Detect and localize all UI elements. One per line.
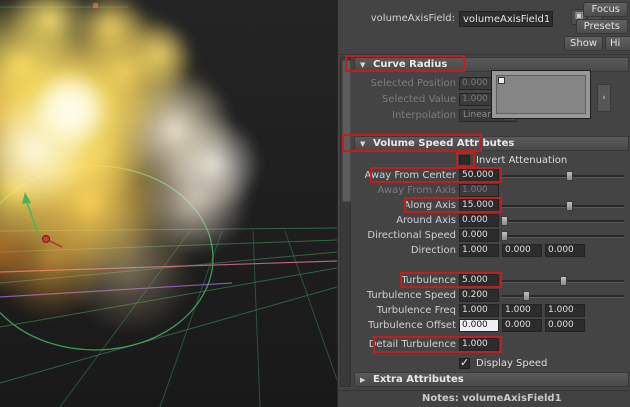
- section-title: Extra Attributes: [373, 374, 464, 385]
- away-from-axis-field[interactable]: 1.000: [459, 184, 499, 197]
- turbulence-offset-label: Turbulence Offset: [368, 320, 456, 331]
- slider-handle[interactable]: [566, 201, 574, 211]
- chevron-down-icon: ▼: [360, 61, 366, 69]
- ae-scrollbar[interactable]: [340, 57, 351, 387]
- chevron-down-icon: ▼: [360, 140, 366, 148]
- row-along-axis: Along Axis 15.000: [354, 199, 629, 213]
- slider-track: [502, 235, 624, 238]
- turbulence-freq-y-field[interactable]: 1.000: [502, 304, 542, 317]
- row-away-from-axis: Away From Axis 1.000: [354, 184, 629, 198]
- curve-ramp-canvas[interactable]: [496, 75, 586, 114]
- row-around-axis: Around Axis 0.000: [354, 214, 629, 228]
- turbulence-offset-x-field[interactable]: 0.000: [459, 319, 499, 332]
- detail-turbulence-label: Detail Turbulence: [368, 339, 456, 350]
- row-detail-turbulence: Detail Turbulence 1.000: [354, 338, 629, 352]
- section-extra-attributes[interactable]: ▶ Extra Attributes: [354, 372, 629, 387]
- slider-track: [502, 205, 624, 208]
- detail-turbulence-field[interactable]: 1.000: [459, 338, 499, 351]
- slider-handle[interactable]: [560, 276, 567, 286]
- turbulence-field[interactable]: 5.000: [459, 274, 499, 287]
- turbulence-speed-field[interactable]: 0.200: [459, 289, 499, 302]
- direction-y-field[interactable]: 0.000: [502, 244, 542, 257]
- notes-label: Notes: volumeAxisField1: [422, 393, 562, 404]
- direction-x-field[interactable]: 1.000: [459, 244, 499, 257]
- section-title: Curve Radius: [373, 59, 448, 70]
- chevron-right-icon: ▶: [360, 376, 366, 384]
- maya-window: volumeAxisField: ▣ ↪ Focus Presets Show …: [0, 0, 630, 407]
- row-display-speed: ✓ Display Speed: [354, 356, 629, 371]
- row-away-from-center: Away From Center 50.000: [354, 169, 629, 183]
- interpolation-label: Interpolation: [392, 110, 456, 121]
- directional-speed-field[interactable]: 0.000: [459, 229, 499, 242]
- directional-speed-slider[interactable]: [501, 231, 624, 241]
- invert-attenuation-label: Invert Attenuation: [476, 155, 568, 166]
- direction-label: Direction: [410, 245, 456, 256]
- invert-attenuation-checkbox[interactable]: [459, 155, 470, 166]
- presets-button[interactable]: Presets: [575, 19, 628, 34]
- attribute-editor: volumeAxisField: ▣ ↪ Focus Presets Show …: [337, 0, 630, 407]
- away-from-center-field[interactable]: 50.000: [459, 169, 499, 182]
- header-divider: [338, 54, 630, 55]
- turbulence-label: Turbulence: [401, 275, 456, 286]
- row-turbulence-offset: Turbulence Offset 0.000 0.000 0.000: [354, 319, 629, 333]
- slider-handle[interactable]: [501, 231, 509, 241]
- viewport-3d[interactable]: [0, 0, 337, 407]
- selected-position-label: Selected Position: [370, 78, 456, 89]
- turbulence-slider[interactable]: [502, 276, 624, 286]
- along-axis-slider[interactable]: [502, 201, 624, 211]
- around-axis-label: Around Axis: [396, 215, 456, 226]
- show-button[interactable]: Show: [564, 36, 603, 51]
- manip-origin-dot: [42, 235, 50, 243]
- row-turbulence: Turbulence 5.000: [354, 274, 629, 288]
- row-turbulence-freq: Turbulence Freq 1.000 1.000 1.000: [354, 304, 629, 318]
- section-title: Volume Speed Attributes: [373, 138, 515, 149]
- notes-bar[interactable]: Notes: volumeAxisField1: [338, 390, 630, 407]
- display-speed-label: Display Speed: [476, 358, 548, 369]
- row-invert-attenuation: Invert Attenuation: [354, 154, 629, 168]
- display-speed-checkbox[interactable]: ✓: [459, 356, 470, 369]
- ramp-key-marker[interactable]: [498, 77, 505, 84]
- away-from-axis-label: Away From Axis: [377, 185, 456, 196]
- row-turbulence-speed: Turbulence Speed 0.200: [354, 289, 629, 303]
- turbulence-freq-z-field[interactable]: 1.000: [545, 304, 585, 317]
- ae-scrollbar-thumb[interactable]: [342, 60, 351, 202]
- hide-button[interactable]: Hi: [605, 36, 630, 51]
- around-axis-slider[interactable]: [501, 216, 624, 226]
- slider-track: [502, 220, 624, 223]
- slider-track: [502, 175, 624, 178]
- directional-speed-label: Directional Speed: [367, 230, 456, 241]
- turbulence-offset-z-field[interactable]: 0.000: [545, 319, 585, 332]
- slider-handle[interactable]: [523, 291, 531, 301]
- selected-value-label: Selected Value: [382, 94, 456, 105]
- away-from-center-label: Away From Center: [364, 170, 456, 181]
- manip-axis-line: [26, 201, 39, 235]
- interpolation-value: Linear: [463, 110, 491, 120]
- row-direction: Direction 1.000 0.000 0.000: [354, 244, 629, 258]
- manip-arrow-icon: [22, 192, 31, 204]
- around-axis-field[interactable]: 0.000: [459, 214, 499, 227]
- section-volume-speed[interactable]: ▼ Volume Speed Attributes: [354, 136, 629, 151]
- turbulence-speed-slider[interactable]: [502, 291, 624, 301]
- direction-z-field[interactable]: 0.000: [545, 244, 585, 257]
- node-name-label: volumeAxisField:: [370, 13, 455, 24]
- check-icon: ✓: [460, 356, 470, 369]
- focus-button[interactable]: Focus: [583, 2, 628, 17]
- away-from-center-slider[interactable]: [502, 171, 624, 181]
- curve-ramp-widget[interactable]: [491, 70, 591, 119]
- ramp-expand-button[interactable]: ›: [597, 84, 611, 112]
- field-manipulator[interactable]: [0, 0, 337, 407]
- node-name-input[interactable]: [459, 11, 553, 27]
- slider-handle[interactable]: [566, 171, 574, 181]
- along-axis-field[interactable]: 15.000: [459, 199, 499, 212]
- turbulence-freq-label: Turbulence Freq: [376, 305, 456, 316]
- turbulence-speed-label: Turbulence Speed: [366, 290, 456, 301]
- turbulence-freq-x-field[interactable]: 1.000: [459, 304, 499, 317]
- slider-handle[interactable]: [501, 216, 509, 226]
- along-axis-label: Along Axis: [403, 200, 456, 211]
- slider-track: [502, 295, 624, 298]
- row-directional-speed: Directional Speed 0.000: [354, 229, 629, 243]
- turbulence-offset-y-field[interactable]: 0.000: [502, 319, 542, 332]
